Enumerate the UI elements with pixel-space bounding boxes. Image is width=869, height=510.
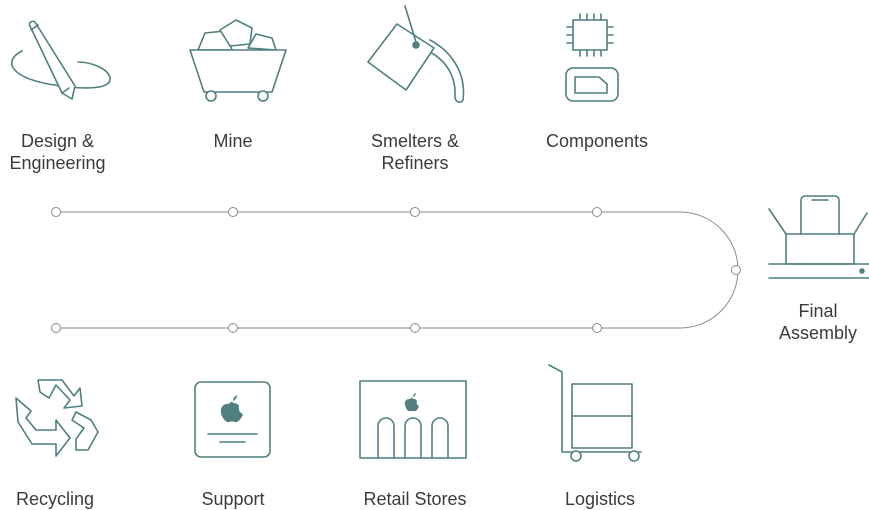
supply-chain-diagram (11, 5, 869, 462)
label-support: Support (201, 489, 265, 509)
label-smelters-refiners: Smelters & Refiners (355, 130, 475, 174)
chip-icon (565, 13, 619, 102)
store-icon (359, 380, 467, 459)
label-final-assembly: Final Assembly (770, 300, 866, 344)
label-components: Components (545, 131, 649, 151)
label-smelters-line2: Refiners (381, 153, 449, 173)
label-retail-stores: Retail Stores (363, 489, 467, 509)
node-retail (410, 323, 420, 333)
label-logistics: Logistics (564, 489, 636, 509)
node-mine (228, 207, 238, 217)
hand-truck-icon (548, 364, 642, 462)
label-smelters-line1: Smelters & (370, 131, 460, 151)
label-recycling: Recycling (15, 489, 95, 509)
node-final-assembly (731, 265, 741, 275)
flow-path (56, 211, 739, 329)
node-recycling (51, 323, 61, 333)
recycle-icon (15, 379, 99, 457)
label-final-line2: Assembly (778, 323, 858, 343)
label-mine: Mine (213, 131, 253, 151)
label-design-engineering: Design & Engineering (0, 130, 115, 174)
node-support (228, 323, 238, 333)
mine-cart-icon (189, 19, 287, 102)
label-design-line2: Engineering (9, 153, 106, 173)
node-design (51, 207, 61, 217)
node-logistics (592, 323, 602, 333)
node-components (592, 207, 602, 217)
crucible-icon (367, 5, 465, 103)
assembly-box-icon (768, 195, 869, 279)
node-smelters (410, 207, 420, 217)
pencil-icon (11, 20, 111, 100)
label-final-line1: Final (798, 301, 838, 321)
label-design-line1: Design & (20, 131, 95, 151)
